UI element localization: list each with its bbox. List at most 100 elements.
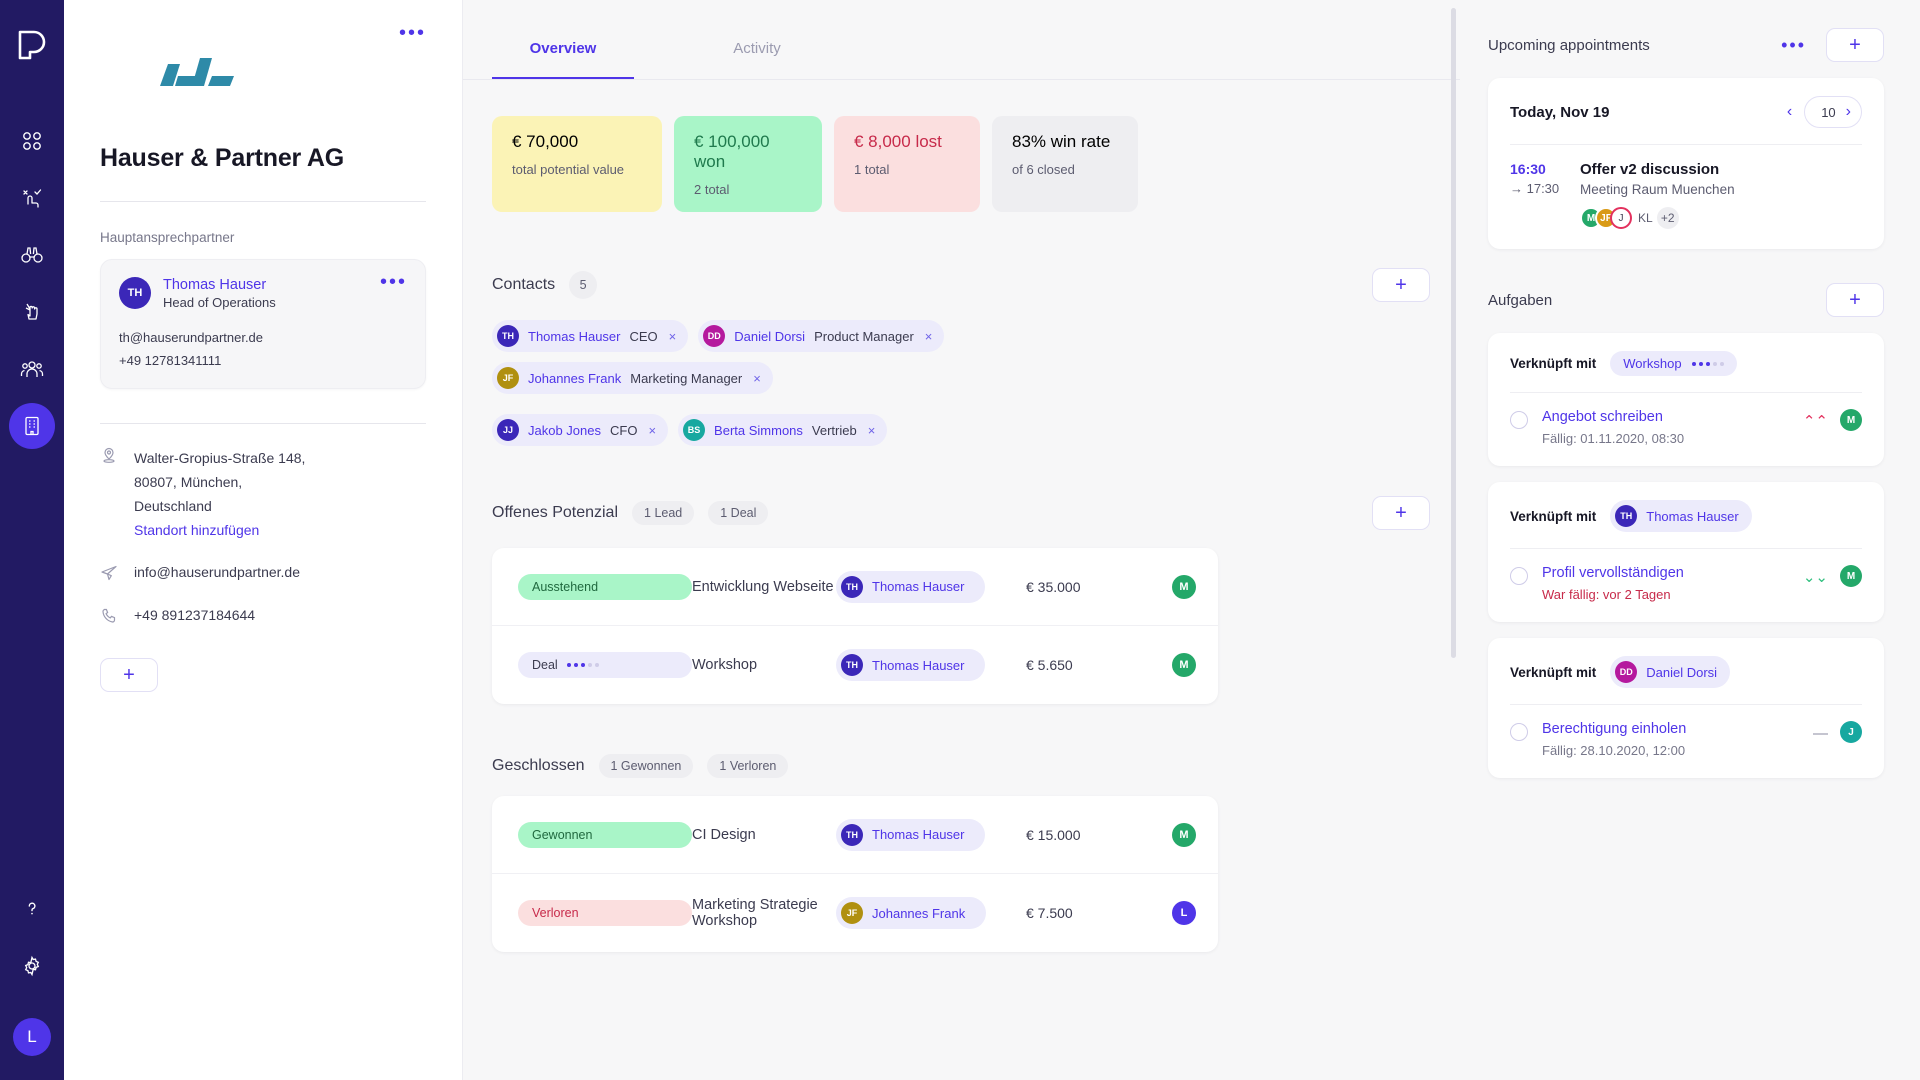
task-link-pill[interactable]: TH Thomas Hauser — [1610, 500, 1752, 532]
appointment-start: 16:30 — [1510, 161, 1546, 177]
main-scrollbar[interactable] — [1451, 8, 1456, 658]
sidebar-item-tasks[interactable] — [9, 175, 55, 221]
task-checkbox[interactable] — [1510, 723, 1528, 741]
add-opportunity-button[interactable]: + — [1372, 496, 1430, 530]
sidebar-item-leads[interactable] — [9, 232, 55, 278]
avatar[interactable]: M — [1840, 409, 1862, 431]
add-contact-button[interactable]: + — [1372, 268, 1430, 302]
appointment-times: 16:30 → 17:30 — [1510, 161, 1580, 229]
task-name[interactable]: Profil vervollständigen — [1542, 565, 1803, 581]
closed-pill-lost: 1 Verloren — [707, 754, 789, 778]
row-assignee-cell: M — [1156, 653, 1196, 677]
avatar[interactable]: M — [1172, 653, 1196, 677]
help-question-icon — [22, 899, 42, 919]
company-phone[interactable]: +49 891237184644 — [134, 607, 255, 628]
task-checkbox[interactable] — [1510, 411, 1528, 429]
add-location-link[interactable]: Standort hinzufügen — [134, 518, 305, 542]
contact-chip[interactable]: JF Johannes Frank Marketing Manager × — [492, 362, 773, 394]
deal-progress-dots — [1691, 361, 1724, 366]
appointments-menu-button[interactable]: ••• — [1781, 35, 1806, 56]
tab-activity[interactable]: Activity — [686, 30, 828, 79]
priority-medium-icon: — — [1813, 724, 1828, 742]
task-right: ⌄⌄ M — [1803, 565, 1862, 587]
avatar[interactable]: J — [1840, 721, 1862, 743]
stat-value: € 70,000 — [512, 132, 579, 151]
divider — [1510, 704, 1862, 705]
primary-contact-label: Hauptansprechpartner — [100, 230, 235, 245]
task-item[interactable]: Angebot schreiben Fällig: 01.11.2020, 08… — [1510, 409, 1862, 446]
task-link-pill[interactable]: Workshop — [1610, 351, 1737, 376]
close-icon[interactable]: × — [648, 423, 656, 438]
task-name[interactable]: Angebot schreiben — [1542, 409, 1803, 425]
contact-chip[interactable]: JJ Jakob Jones CFO × — [492, 414, 669, 446]
avatar[interactable]: M — [1172, 822, 1196, 847]
company-panel: ••• Hauser & Partner AG Hauptansprechpar… — [64, 0, 462, 1080]
row-amount: € 7.500 — [1026, 905, 1073, 921]
contact-chip-name: Daniel Dorsi — [734, 328, 806, 344]
stat-value: 83% win rate — [1012, 132, 1111, 151]
avatar[interactable]: M — [1840, 565, 1862, 587]
row-amount: € 5.650 — [1026, 657, 1073, 673]
row-assignee-cell: M — [1156, 822, 1196, 847]
app-logo-icon[interactable] — [15, 28, 49, 62]
primary-contact-menu-button[interactable]: ••• — [380, 272, 407, 292]
task-name[interactable]: Berechtigung einholen — [1542, 721, 1813, 737]
task-main: Profil vervollständigen War fällig: vor … — [1542, 565, 1803, 602]
owner-chip[interactable]: TH Thomas Hauser — [836, 649, 986, 681]
chevron-right-icon[interactable]: › — [1846, 103, 1851, 121]
company-menu-button[interactable]: ••• — [399, 23, 426, 43]
owner-chip[interactable]: JF Johannes Frank — [836, 897, 987, 929]
avatar[interactable]: L — [1172, 901, 1196, 925]
owner-chip[interactable]: TH Thomas Hauser — [836, 818, 986, 851]
contact-chip[interactable]: BS Berta Simmons Vertrieb × — [678, 414, 888, 446]
sidebar-item-contacts[interactable] — [9, 346, 55, 392]
task-checkbox[interactable] — [1510, 567, 1528, 585]
primary-contact-phone[interactable]: +49 12781341111 — [119, 351, 407, 371]
task-item[interactable]: Berechtigung einholen Fällig: 28.10.2020… — [1510, 721, 1862, 758]
close-icon[interactable]: × — [925, 329, 933, 344]
close-icon[interactable]: × — [669, 329, 677, 344]
tab-overview[interactable]: Overview — [492, 30, 634, 79]
user-avatar[interactable]: L — [13, 1018, 51, 1056]
add-detail-button[interactable]: + — [100, 658, 158, 693]
row-owner-cell: TH Thomas Hauser — [836, 818, 1026, 851]
task-linked-label: Verknüpft mit — [1510, 664, 1597, 680]
primary-contact-email[interactable]: th@hauserundpartner.de — [119, 328, 407, 348]
status-badge: Verloren — [518, 900, 692, 926]
table-row[interactable]: Verloren Marketing Strategie Workshop JF… — [492, 874, 1218, 952]
contact-chip[interactable]: TH Thomas Hauser CEO × — [492, 320, 689, 352]
open-potential-pill-deal: 1 Deal — [708, 501, 769, 525]
primary-contact-card[interactable]: TH Thomas Hauser Head of Operations ••• … — [100, 259, 426, 389]
help-button[interactable] — [9, 886, 55, 932]
stat-caption: of 6 closed — [1012, 162, 1075, 177]
owner-name: Thomas Hauser — [872, 657, 965, 673]
task-link-pill[interactable]: DD Daniel Dorsi — [1610, 656, 1731, 688]
close-icon[interactable]: × — [753, 371, 761, 386]
primary-contact-name[interactable]: Thomas Hauser — [163, 277, 380, 293]
add-task-button[interactable]: + — [1826, 283, 1884, 317]
close-icon[interactable]: × — [868, 423, 876, 438]
sidebar-item-deals[interactable] — [9, 289, 55, 335]
row-title: Workshop — [692, 657, 758, 673]
settings-button[interactable] — [9, 943, 55, 989]
open-potential-pill-lead: 1 Lead — [632, 501, 695, 525]
divider — [100, 201, 426, 202]
appointment-attendees: M JF J KL +2 — [1580, 207, 1735, 229]
appointments-date-row: Today, Nov 19 ‹ 10 › — [1510, 96, 1862, 128]
attendee-overflow[interactable]: +2 — [1656, 207, 1679, 229]
company-email[interactable]: info@hauserundpartner.de — [134, 564, 300, 585]
owner-chip[interactable]: TH Thomas Hauser — [836, 570, 986, 603]
task-item[interactable]: Profil vervollständigen War fällig: vor … — [1510, 565, 1862, 602]
deal-progress-dots — [566, 663, 599, 667]
table-row[interactable]: Deal Workshop TH Thomas Hauser € 5.650 M — [492, 626, 1218, 704]
appointment-item[interactable]: 16:30 → 17:30 Offer v2 discussion Meetin… — [1510, 161, 1862, 229]
avatar[interactable]: M — [1172, 574, 1196, 599]
table-row[interactable]: Gewonnen CI Design TH Thomas Hauser € 15… — [492, 796, 1218, 874]
sidebar-item-dashboard[interactable] — [9, 118, 55, 164]
chevron-left-icon[interactable]: ‹ — [1779, 103, 1800, 121]
sidebar-item-companies[interactable] — [9, 403, 55, 449]
add-appointment-button[interactable]: + — [1826, 28, 1884, 62]
table-row[interactable]: Ausstehend Entwicklung Webseite TH Thoma… — [492, 548, 1218, 626]
appointments-count-pill[interactable]: 10 › — [1804, 96, 1862, 128]
contact-chip[interactable]: DD Daniel Dorsi Product Manager × — [698, 320, 945, 352]
